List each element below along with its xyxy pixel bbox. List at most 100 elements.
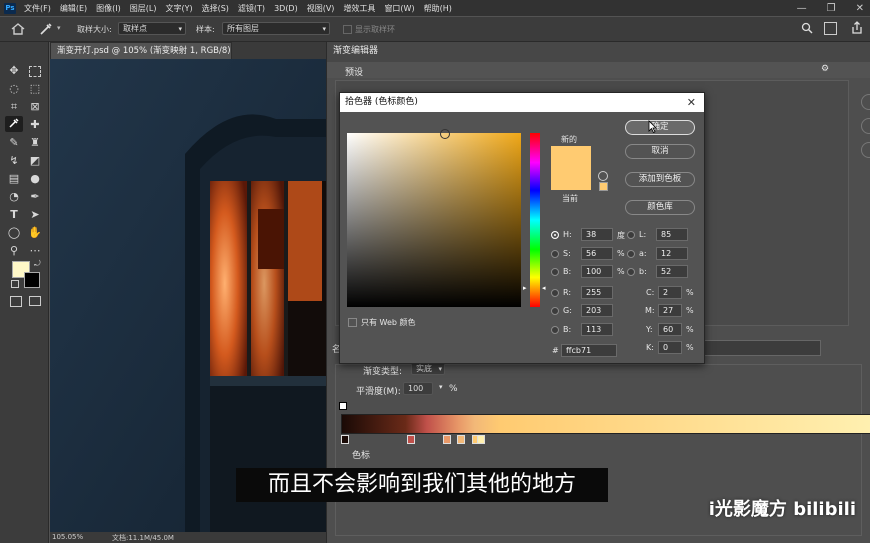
menu-layer[interactable]: 图层(L) bbox=[130, 3, 157, 14]
workspace-icon[interactable] bbox=[824, 22, 837, 35]
hue-slider[interactable] bbox=[530, 133, 540, 307]
history-brush-icon[interactable]: ↯ bbox=[7, 154, 21, 168]
green-radio[interactable] bbox=[551, 307, 559, 315]
close-icon[interactable]: ✕ bbox=[687, 93, 696, 112]
blue-radio[interactable] bbox=[551, 326, 559, 334]
menu-view[interactable]: 视图(V) bbox=[307, 3, 335, 14]
saturation-field[interactable]: 56 bbox=[581, 247, 613, 260]
document-canvas[interactable] bbox=[50, 59, 326, 532]
saturation-radio[interactable] bbox=[551, 250, 559, 258]
sample-size-select[interactable]: 取样点 ▾ bbox=[118, 22, 186, 35]
current-color-swatch[interactable] bbox=[551, 168, 591, 190]
color-stop[interactable] bbox=[457, 435, 465, 444]
menu-plugins[interactable]: 增效工具 bbox=[343, 3, 375, 14]
gradient-tool-icon[interactable]: ▤ bbox=[7, 172, 21, 186]
lab-l-field[interactable]: 85 bbox=[656, 228, 688, 241]
menu-file[interactable]: 文件(F) bbox=[24, 3, 51, 14]
magenta-field[interactable]: 27 bbox=[658, 304, 682, 317]
menu-image[interactable]: 图像(I) bbox=[96, 3, 121, 14]
menu-3d[interactable]: 3D(D) bbox=[274, 4, 298, 13]
zoom-tool-icon[interactable]: ⚲ bbox=[7, 244, 21, 258]
ok-button[interactable]: 确定 bbox=[625, 120, 695, 135]
marquee-tool-icon[interactable] bbox=[28, 64, 42, 78]
saturation-brightness-field[interactable] bbox=[347, 129, 521, 307]
hue-radio[interactable] bbox=[551, 231, 559, 239]
move-tool-icon[interactable]: ✥ bbox=[7, 64, 21, 78]
cancel-button[interactable]: 取消 bbox=[625, 144, 695, 159]
out-of-gamut-icon[interactable] bbox=[598, 171, 608, 181]
eyedropper-tool-icon[interactable] bbox=[38, 21, 54, 37]
brightness-radio[interactable] bbox=[551, 268, 559, 276]
color-stop[interactable] bbox=[341, 435, 349, 444]
side-button-3[interactable] bbox=[861, 142, 870, 158]
type-tool-icon[interactable]: T bbox=[7, 208, 21, 222]
lab-l-radio[interactable] bbox=[627, 231, 635, 239]
brush-tool-icon[interactable]: ✎ bbox=[7, 136, 21, 150]
tool-preset-chevron-icon[interactable]: ▾ bbox=[57, 24, 61, 32]
menu-select[interactable]: 选择(S) bbox=[202, 3, 229, 14]
path-select-icon[interactable]: ➤ bbox=[28, 208, 42, 222]
menu-filter[interactable]: 滤镜(T) bbox=[238, 3, 265, 14]
show-ring-checkbox[interactable] bbox=[343, 25, 352, 34]
ellipse-tool-icon[interactable]: ◯ bbox=[7, 226, 21, 240]
menu-help[interactable]: 帮助(H) bbox=[424, 3, 452, 14]
gradient-bar[interactable] bbox=[341, 414, 870, 434]
menu-type[interactable]: 文字(Y) bbox=[165, 3, 192, 14]
minimize-icon[interactable]: — bbox=[797, 3, 807, 14]
color-stop[interactable] bbox=[407, 435, 415, 444]
swap-colors-icon[interactable]: ⤾ bbox=[34, 259, 41, 269]
hand-tool-icon[interactable]: ✋ bbox=[28, 226, 42, 240]
menu-window[interactable]: 窗口(W) bbox=[384, 3, 414, 14]
eraser-tool-icon[interactable]: ◩ bbox=[28, 154, 42, 168]
lasso-tool-icon[interactable]: ◌ bbox=[7, 82, 21, 96]
hue-field[interactable]: 38 bbox=[581, 228, 613, 241]
menu-edit[interactable]: 编辑(E) bbox=[60, 3, 87, 14]
smoothness-dropdown-icon[interactable]: ▾ bbox=[439, 383, 443, 391]
side-button-2[interactable] bbox=[861, 118, 870, 134]
red-field[interactable]: 255 bbox=[581, 286, 613, 299]
share-icon[interactable] bbox=[851, 21, 863, 37]
color-field-marker[interactable] bbox=[440, 129, 450, 139]
add-to-swatches-button[interactable]: 添加到色板 bbox=[625, 172, 695, 187]
hue-slider-left-arrow[interactable]: ▸ bbox=[523, 284, 527, 292]
brightness-field[interactable]: 100 bbox=[581, 265, 613, 278]
lab-a-radio[interactable] bbox=[627, 250, 635, 258]
pen-tool-icon[interactable]: ✒ bbox=[28, 190, 42, 204]
web-safe-swatch[interactable] bbox=[599, 182, 608, 191]
lab-b-field[interactable]: 52 bbox=[656, 265, 688, 278]
name-input[interactable] bbox=[703, 340, 821, 356]
close-window-icon[interactable]: ✕ bbox=[856, 3, 864, 14]
sample-select[interactable]: 所有图层 ▾ bbox=[222, 22, 330, 35]
hex-field[interactable]: ffcb71 bbox=[561, 344, 617, 357]
document-tab[interactable]: 渐变开灯.psd @ 105% (渐变映射 1, RGB/8) * ✕ bbox=[50, 42, 251, 59]
quick-select-tool-icon[interactable]: ⬚ bbox=[28, 82, 42, 96]
hue-slider-right-arrow[interactable]: ◂ bbox=[542, 284, 546, 292]
only-web-colors-checkbox[interactable] bbox=[348, 318, 357, 327]
smoothness-input[interactable]: 100 bbox=[403, 382, 433, 395]
search-icon[interactable] bbox=[801, 22, 813, 37]
healing-brush-icon[interactable]: ✚ bbox=[28, 118, 42, 132]
green-field[interactable]: 203 bbox=[581, 304, 613, 317]
lab-b-radio[interactable] bbox=[627, 268, 635, 276]
zoom-level[interactable]: 105.05% bbox=[52, 533, 83, 541]
more-tools-icon[interactable]: ⋯ bbox=[28, 244, 42, 258]
lab-a-field[interactable]: 12 bbox=[656, 247, 688, 260]
clone-stamp-icon[interactable]: ♜ bbox=[28, 136, 42, 150]
quick-mask-icon[interactable] bbox=[10, 296, 22, 307]
home-icon[interactable] bbox=[10, 22, 26, 36]
screen-mode-icon[interactable] bbox=[29, 296, 41, 306]
side-button-1[interactable] bbox=[861, 94, 870, 110]
blur-tool-icon[interactable]: ● bbox=[28, 172, 42, 186]
dodge-tool-icon[interactable]: ◔ bbox=[7, 190, 21, 204]
red-radio[interactable] bbox=[551, 289, 559, 297]
default-colors-icon[interactable] bbox=[11, 280, 19, 288]
black-field[interactable]: 0 bbox=[658, 341, 682, 354]
yellow-field[interactable]: 60 bbox=[658, 323, 682, 336]
background-color-swatch[interactable] bbox=[24, 272, 40, 288]
presets-gear-icon[interactable]: ⚙ bbox=[821, 64, 829, 74]
eyedropper-icon[interactable] bbox=[5, 116, 23, 132]
cyan-field[interactable]: 2 bbox=[658, 286, 682, 299]
restore-icon[interactable]: ❐ bbox=[827, 3, 836, 14]
color-stop[interactable] bbox=[443, 435, 451, 444]
color-stop[interactable] bbox=[477, 435, 485, 444]
